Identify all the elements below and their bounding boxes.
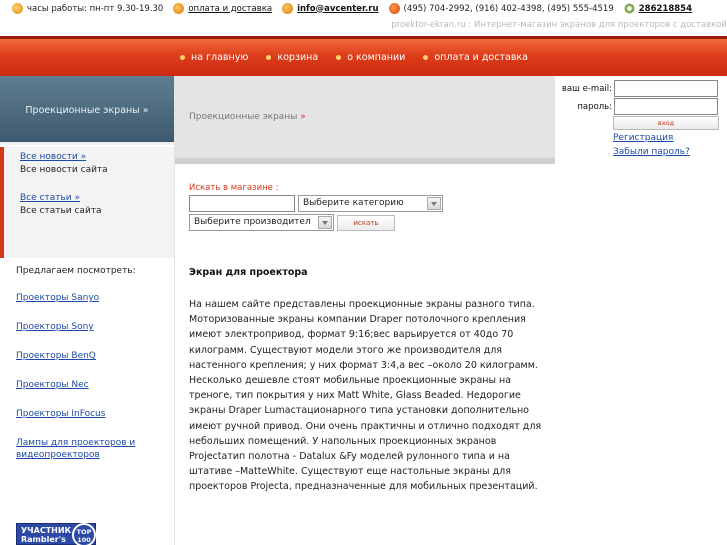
link-lamps[interactable]: Лампы для проекторов и видеопроекторов bbox=[16, 437, 174, 461]
sidebar-category-header[interactable]: Проекционные экраны » bbox=[0, 76, 174, 145]
news-block: Все новости » Все новости сайта bbox=[0, 147, 174, 184]
main-nav: на главную корзина о компании оплата и д… bbox=[180, 52, 528, 63]
sidebar-spacer bbox=[0, 232, 174, 258]
icq-link[interactable]: 286218854 bbox=[639, 4, 692, 14]
badge-sub: Rambler's bbox=[21, 535, 66, 544]
search-button[interactable]: искать bbox=[337, 214, 395, 231]
top100-icon: TOP 100 bbox=[72, 523, 96, 545]
recommend-title: Предлагаем посмотреть: bbox=[16, 266, 136, 276]
nav-home-label: на главную bbox=[191, 52, 249, 63]
bullet-icon bbox=[336, 55, 342, 60]
bullet-icon bbox=[423, 55, 429, 60]
work-hours: часы работы: пн-пт 9.30-19.30 bbox=[27, 3, 164, 14]
nav-cart[interactable]: корзина bbox=[266, 52, 318, 63]
password-row: пароль: bbox=[577, 98, 718, 115]
nav-delivery-label: оплата и доставка bbox=[434, 52, 528, 63]
email-field[interactable] bbox=[614, 80, 718, 97]
all-articles-caption: Все статьи сайта bbox=[20, 206, 102, 216]
nav-cart-label: корзина bbox=[277, 52, 319, 63]
all-articles-link[interactable]: Все статьи » bbox=[20, 192, 174, 205]
link-infocus[interactable]: Проекторы InFocus bbox=[16, 408, 174, 420]
email-link[interactable]: info@avcenter.ru bbox=[297, 4, 378, 14]
site-tagline: proektor-ekran.ru : Интернет-магазин экр… bbox=[391, 20, 727, 30]
breadcrumb-arrow: » bbox=[300, 112, 306, 122]
nav-home[interactable]: на главную bbox=[180, 52, 248, 63]
divider bbox=[175, 158, 555, 164]
login-panel: ваш e-mail: пароль: вход Регистрация Заб… bbox=[555, 76, 727, 164]
search-input[interactable] bbox=[189, 195, 295, 212]
divider bbox=[0, 142, 174, 145]
bullet-icon bbox=[180, 55, 185, 60]
phone-icon bbox=[388, 3, 400, 14]
bullet-icon bbox=[266, 55, 272, 60]
link-benq[interactable]: Проекторы BenQ bbox=[16, 350, 174, 362]
category-select-value: Выберите категорию bbox=[303, 198, 404, 208]
link-sony[interactable]: Проекторы Sony bbox=[16, 321, 174, 333]
badge-label: УЧАСТНИК bbox=[21, 526, 72, 535]
forgot-password-link[interactable]: Забыли пароль? bbox=[613, 147, 690, 157]
main-nav-bar: на главную корзина о компании оплата и д… bbox=[0, 36, 727, 76]
article: Экран для проектора На нашем сайте предс… bbox=[189, 267, 549, 495]
search-label: Искать в магазине : bbox=[189, 183, 279, 193]
all-news-caption: Все новости сайта bbox=[20, 165, 108, 175]
nav-delivery[interactable]: оплата и доставка bbox=[423, 52, 528, 63]
link-nec[interactable]: Проекторы Nec bbox=[16, 379, 174, 391]
email-text: info@avcenter.ru bbox=[297, 3, 379, 14]
icq-icon bbox=[623, 3, 635, 14]
icq-number: 286218854 bbox=[638, 3, 692, 14]
rambler-top100-badge[interactable]: УЧАСТНИК Rambler's TOP 100 bbox=[16, 523, 96, 545]
manufacturer-select-value: Выберите производител bbox=[194, 217, 311, 227]
top-info-bar: часы работы: пн-пт 9.30-19.30 оплата и д… bbox=[0, 0, 727, 17]
email-row: ваш e-mail: bbox=[562, 80, 718, 97]
breadcrumb-current: Проекционные экраны bbox=[189, 112, 298, 122]
sidebar-category-label: Проекционные экраны » bbox=[25, 105, 149, 116]
delivery-icon bbox=[173, 3, 185, 14]
delivery-link[interactable]: оплата и доставка bbox=[188, 4, 272, 14]
manufacturer-select[interactable]: Выберите производител bbox=[189, 214, 334, 231]
breadcrumb-bar: Проекционные экраны » bbox=[175, 76, 555, 164]
login-button[interactable]: вход bbox=[613, 116, 719, 130]
email-label: ваш e-mail: bbox=[561, 83, 612, 94]
shop-search: Искать в магазине : Выберите категорию В… bbox=[189, 183, 519, 231]
articles-block: Все статьи » Все статьи сайта bbox=[0, 184, 174, 232]
search-row-1: Выберите категорию bbox=[189, 195, 519, 212]
nav-about[interactable]: о компании bbox=[336, 52, 405, 63]
breadcrumb: Проекционные экраны » bbox=[189, 112, 306, 122]
chevron-down-icon bbox=[318, 216, 332, 229]
left-sidebar: Проекционные экраны » Все новости » Все … bbox=[0, 76, 175, 545]
category-select[interactable]: Выберите категорию bbox=[298, 195, 443, 212]
password-label: пароль: bbox=[577, 101, 612, 112]
password-field[interactable] bbox=[614, 98, 718, 115]
article-body: На нашем сайте представлены проекционные… bbox=[189, 299, 542, 493]
chevron-down-icon bbox=[427, 197, 441, 210]
all-news-link[interactable]: Все новости » bbox=[20, 151, 174, 164]
search-row-2: Выберите производител искать bbox=[189, 214, 519, 231]
link-sanyo[interactable]: Проекторы Sanyo bbox=[16, 292, 174, 304]
email-icon bbox=[282, 3, 294, 14]
nav-about-label: о компании bbox=[347, 52, 406, 63]
article-title: Экран для проектора bbox=[189, 267, 308, 278]
register-link[interactable]: Регистрация bbox=[613, 133, 673, 143]
phone-numbers: (495) 704-2992, (916) 402-4398, (495) 55… bbox=[403, 3, 614, 14]
clock-icon bbox=[12, 3, 23, 14]
recommend-block: Предлагаем посмотреть: Проекторы Sanyo П… bbox=[0, 258, 174, 461]
